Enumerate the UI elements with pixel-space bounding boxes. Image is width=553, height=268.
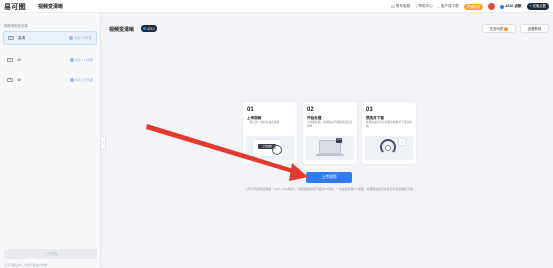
page-title: 视频变清晰 bbox=[38, 4, 64, 10]
help-center-link[interactable]: ? 帮助中心 bbox=[415, 4, 433, 9]
resolution-price-text: 6点 / 1分钟 bbox=[75, 57, 93, 62]
step-card-process: 02 开始处理 AI智能处理，时间取决于视频长度及分辨率 50% bbox=[303, 102, 357, 164]
main-title: 视频变清晰 bbox=[109, 27, 135, 33]
top-right-actions: ☊ 联系客服 ? 帮助中心 ↓ 客户端下载 开通会员 4210 点数 + 充值点… bbox=[391, 2, 549, 11]
resolution-option-4k[interactable]: 4K 4K 8点 / 1分钟 bbox=[3, 73, 97, 87]
resolution-name: 高清 bbox=[18, 35, 26, 40]
top-bar: 易可图 视频变清晰 ☊ 联系客服 ? 帮助中心 ↓ 客户端下载 开通会员 421… bbox=[0, 0, 553, 13]
process-illustration: 50% bbox=[306, 136, 354, 160]
coin-icon bbox=[70, 78, 75, 82]
video-icon: 4K bbox=[7, 78, 13, 82]
tutorial-button[interactable]: 查看教程 bbox=[520, 24, 549, 33]
resolution-price-text: 4点 / 1分钟 bbox=[74, 35, 92, 40]
headset-icon: ☊ bbox=[391, 4, 395, 9]
download-illustration: ↓ bbox=[365, 136, 413, 160]
resolution-name: 2K bbox=[17, 58, 22, 62]
step-description: 处理完成后可在线预览效果并下载到本地 bbox=[366, 121, 412, 128]
vip-button[interactable]: 开通会员 bbox=[463, 3, 484, 10]
coin-icon bbox=[70, 58, 75, 62]
step-description: 一键上传，支持多格式视频 bbox=[247, 121, 280, 124]
credits-badge[interactable]: 4210 点数 bbox=[500, 4, 522, 9]
coin-icon bbox=[500, 4, 505, 9]
laptop-base bbox=[316, 154, 344, 156]
app-logo[interactable]: 易可图 bbox=[4, 2, 26, 12]
sidebar-upload-button[interactable]: 上传视频 bbox=[4, 249, 97, 259]
resolution-price: 6点 / 1分钟 bbox=[70, 58, 93, 63]
upload-tip: 上传不同清晰度视频（mp4、mov格式），每段视频时长不超过10分钟；一次最多处… bbox=[245, 187, 413, 191]
magnifier-icon bbox=[272, 145, 282, 155]
download-icon: ↓ bbox=[399, 139, 405, 145]
step-description: AI智能处理，时间取决于视频长度及分辨率 bbox=[307, 121, 353, 128]
resolution-option-hd[interactable]: HD 高清 4点 / 1分钟 bbox=[3, 31, 97, 45]
upload-illustration: 上传视频 bbox=[246, 136, 294, 160]
contact-support-label: 联系客服 bbox=[395, 4, 411, 8]
step-card-upload: 01 上传视频 一键上传，支持多格式视频 上传视频 bbox=[243, 102, 297, 164]
upload-video-button[interactable]: 上传视频 bbox=[306, 172, 352, 183]
step-number: 02 bbox=[307, 107, 314, 113]
chevron-left-icon: ‹ bbox=[102, 140, 104, 145]
step-number: 01 bbox=[247, 107, 254, 113]
client-download-link[interactable]: ↓ 客户端下载 bbox=[438, 4, 459, 9]
credits-value: 4210 点数 bbox=[505, 4, 522, 8]
recharge-button[interactable]: + 充值点数 bbox=[526, 3, 549, 10]
play-icon bbox=[385, 145, 391, 151]
step-card-download: 03 预览并下载 处理完成后可在线预览效果并下载到本地 ↓ bbox=[362, 102, 416, 164]
coin-icon bbox=[69, 36, 74, 40]
task-count-badge: 0 bbox=[504, 26, 509, 31]
sidebar-heading: 视频清晰度选择 bbox=[4, 24, 28, 28]
collapse-sidebar-handle[interactable]: ‹ bbox=[100, 136, 106, 150]
video-icon: 2K bbox=[7, 58, 13, 62]
help-center-label: 帮助中心 bbox=[418, 4, 433, 8]
download-icon: ↓ bbox=[437, 4, 440, 9]
task-list-label: 任务列表 bbox=[489, 27, 504, 31]
coin-icon bbox=[143, 27, 146, 30]
sidebar-footnote: 大小不超过2G，时长不超过10分钟 bbox=[4, 263, 48, 267]
task-list-button[interactable]: 任务列表 0 bbox=[482, 24, 516, 33]
progress-tag: 50% bbox=[336, 138, 343, 143]
help-icon: ? bbox=[415, 4, 418, 9]
user-avatar[interactable] bbox=[488, 3, 496, 10]
step-number: 03 bbox=[366, 107, 373, 113]
contact-support-link[interactable]: ☊ 联系客服 bbox=[391, 4, 410, 9]
resolution-option-2k[interactable]: 2K 2K 6点 / 1分钟 bbox=[3, 53, 97, 67]
credit-chip-value: 4210 bbox=[147, 26, 155, 31]
resolution-price: 8点 / 1分钟 bbox=[70, 78, 93, 83]
resolution-price-text: 8点 / 1分钟 bbox=[75, 77, 93, 82]
resolution-name: 4K bbox=[17, 78, 22, 82]
credit-chip: 4210 bbox=[141, 25, 157, 32]
resolution-price: 4点 / 1分钟 bbox=[69, 36, 92, 41]
client-download-label: 客户端下载 bbox=[440, 4, 459, 8]
video-icon: HD bbox=[8, 36, 14, 40]
sidebar: 视频清晰度选择 HD 高清 4点 / 1分钟 2K 2K 6点 / 1分钟 4K… bbox=[0, 13, 101, 268]
